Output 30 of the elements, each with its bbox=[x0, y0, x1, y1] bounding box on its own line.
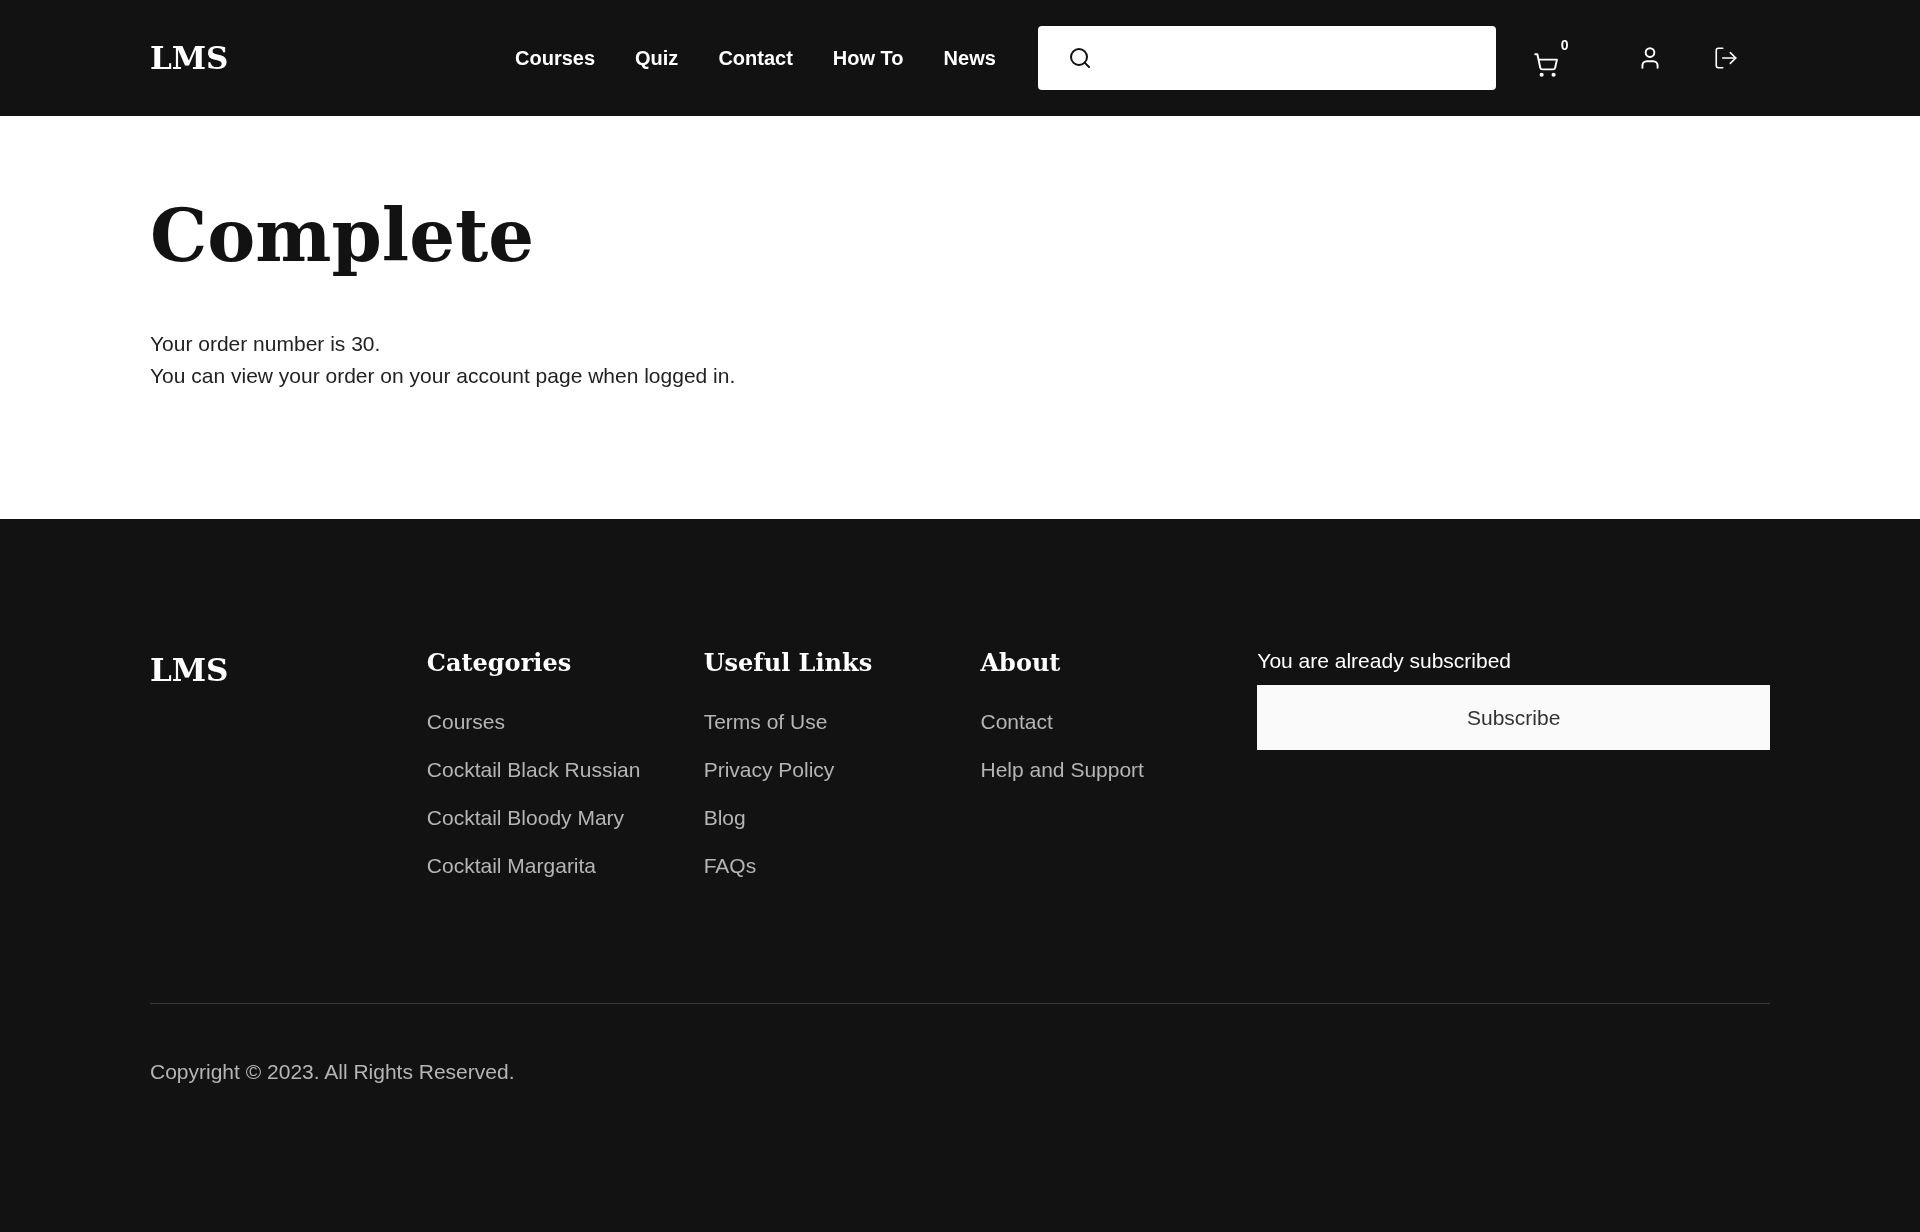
footer-link[interactable]: Blog bbox=[703, 805, 981, 831]
search-field[interactable] bbox=[1037, 26, 1496, 90]
footer-heading: Useful Links bbox=[703, 647, 874, 679]
subscribe-button[interactable]: Subscribe bbox=[1257, 685, 1770, 750]
footer-link[interactable]: Terms of Use bbox=[703, 709, 981, 735]
footer-link[interactable]: FAQs bbox=[703, 853, 981, 879]
footer-link[interactable]: Cocktail Black Russian bbox=[426, 757, 704, 783]
subscription-note: You are already subscribed bbox=[1257, 648, 1513, 674]
nav-link[interactable]: Quiz bbox=[635, 43, 679, 73]
nav-link[interactable]: How To bbox=[832, 43, 904, 73]
order-message: You can view your order on your account page when logged in. bbox=[150, 364, 737, 388]
nav-link[interactable]: Contact bbox=[718, 43, 793, 73]
site-logo[interactable]: LMS bbox=[150, 34, 450, 82]
footer-link[interactable]: Privacy Policy bbox=[703, 757, 981, 783]
nav-link[interactable]: Courses bbox=[515, 43, 596, 73]
logout-icon[interactable] bbox=[1712, 45, 1739, 71]
cart-count-label: 0 bbox=[1560, 38, 1569, 52]
search-icon bbox=[1067, 46, 1092, 70]
copyright-text: Copyright © 2023. All Rights Reserved. bbox=[150, 1059, 516, 1085]
footer-link[interactable]: Contact bbox=[980, 709, 1258, 735]
footer-link[interactable]: Courses bbox=[426, 709, 704, 735]
order-message: Your order number is 30. bbox=[150, 332, 382, 356]
footer-heading: Categories bbox=[426, 647, 573, 679]
footer-link[interactable]: Cocktail Margarita bbox=[426, 853, 704, 879]
footer-logo[interactable]: LMS bbox=[150, 647, 427, 879]
nav-link[interactable]: News bbox=[943, 43, 996, 73]
footer-link[interactable]: Help and Support bbox=[980, 757, 1258, 783]
footer-link[interactable]: Cocktail Bloody Mary bbox=[426, 805, 704, 831]
footer-heading: About bbox=[980, 647, 1062, 679]
cart-button[interactable]: 0 bbox=[1532, 38, 1569, 78]
